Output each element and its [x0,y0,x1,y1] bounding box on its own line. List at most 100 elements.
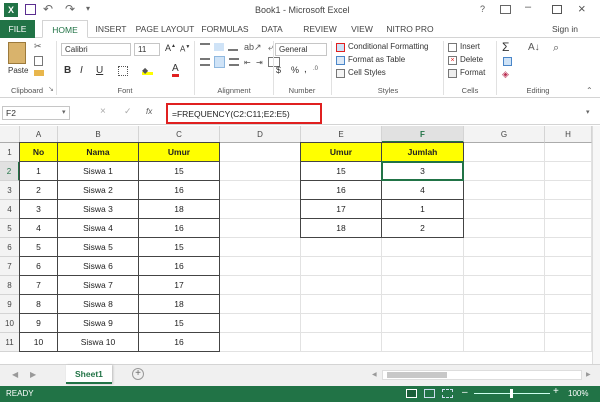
format-as-table-button[interactable]: Format as Table [348,55,405,64]
table1-cell[interactable]: 3 [19,199,58,219]
table1-cell[interactable]: 16 [138,332,220,352]
table1-cell[interactable]: 9 [19,313,58,333]
table2-cell[interactable]: 17 [300,199,382,219]
grid-cell[interactable] [220,238,301,257]
row-header[interactable]: 2 [0,162,20,181]
font-color-button[interactable]: A [172,63,179,77]
grid-cell[interactable] [220,143,301,162]
table2-header-cell[interactable]: Jumlah [381,142,464,162]
table2-cell[interactable]: 15 [300,161,382,181]
paste-icon[interactable] [8,42,26,64]
table2-header-cell[interactable]: Umur [300,142,382,162]
customize-toolbar-icon[interactable]: ▾ [86,4,90,13]
table1-cell[interactable]: 10 [19,332,58,352]
table1-cell[interactable]: 4 [19,218,58,238]
grid-cell[interactable] [464,314,545,333]
row-header[interactable]: 9 [0,295,20,314]
grid-cell[interactable] [301,238,382,257]
zoom-slider[interactable] [474,389,550,398]
grid-cell[interactable] [464,238,545,257]
cell-styles-icon[interactable] [336,69,345,78]
grid-cell[interactable] [301,257,382,276]
align-middle-icon[interactable] [214,43,224,51]
grid-cell[interactable] [301,333,382,352]
copy-icon[interactable] [34,56,43,66]
horizontal-scrollbar[interactable] [382,370,582,380]
grid-cell[interactable] [220,200,301,219]
grid-cell[interactable] [545,162,592,181]
table1-cell[interactable]: 5 [19,237,58,257]
table1-cell[interactable]: 18 [138,199,220,219]
insert-button[interactable]: Insert [460,42,480,51]
grid-cell[interactable] [220,333,301,352]
bold-button[interactable]: B [64,65,71,76]
table2-cell[interactable]: 18 [300,218,382,238]
table1-cell[interactable]: Siswa 1 [57,161,139,181]
cancel-entry-icon[interactable]: × [100,106,106,117]
formula-input[interactable]: =FREQUENCY(C2:C11;E2:E5) [166,103,322,124]
align-bottom-icon[interactable] [228,43,238,51]
sheet-tab-sheet1[interactable]: Sheet1 [66,365,112,384]
tab-file[interactable]: FILE [0,20,35,38]
expand-formula-bar-icon[interactable]: ▾ [586,108,590,116]
fill-color-icon[interactable]: ◆ [142,66,153,75]
column-header-e[interactable]: E [301,126,382,143]
next-sheet-icon[interactable]: ▶ [30,370,36,379]
grid-cell[interactable] [464,257,545,276]
decrease-indent-icon[interactable]: ⇤ [244,58,251,67]
increase-decimal-icon[interactable]: .0 [313,66,318,72]
ribbon-display-icon[interactable] [500,5,511,14]
table2-cell[interactable]: 4 [381,180,464,200]
format-cells-icon[interactable] [448,69,457,78]
table1-header-cell[interactable]: Umur [138,142,220,162]
orientation-icon[interactable]: ab↗ [244,42,262,53]
italic-button[interactable]: I [80,65,83,76]
grid-cell[interactable] [220,219,301,238]
help-icon[interactable]: ? [480,4,485,14]
minimize-icon[interactable]: – [525,1,531,13]
column-header-f[interactable]: F [382,126,464,143]
grid-cell[interactable] [464,295,545,314]
find-select-icon[interactable]: ⌕ [553,42,559,55]
table1-cell[interactable]: 2 [19,180,58,200]
table1-cell[interactable]: 16 [138,218,220,238]
zoom-in-icon[interactable]: + [553,386,559,397]
table1-cell[interactable]: Siswa 5 [57,237,139,257]
table2-cell[interactable]: 1 [381,199,464,219]
grid-cell[interactable] [464,219,545,238]
row-header[interactable]: 4 [0,200,20,219]
grid-cell[interactable] [545,219,592,238]
grid-cell[interactable] [220,314,301,333]
font-name-select[interactable]: Calibri [61,43,131,56]
column-header-a[interactable]: A [20,126,58,143]
table1-cell[interactable]: 15 [138,161,220,181]
grid-cell[interactable] [382,333,464,352]
table1-cell[interactable]: 18 [138,294,220,314]
vertical-scrollbar[interactable] [592,126,600,364]
grid-cell[interactable] [545,276,592,295]
row-header[interactable]: 8 [0,276,20,295]
table1-cell[interactable]: 15 [138,237,220,257]
grid-cell[interactable] [220,295,301,314]
grid-cell[interactable] [382,314,464,333]
horizontal-scrollbar-thumb[interactable] [387,372,447,378]
page-layout-view-icon[interactable] [424,389,435,398]
autosum-button[interactable]: Σ [502,40,509,54]
shrink-font-icon[interactable]: A▼ [180,44,190,54]
grid-cell[interactable] [220,162,301,181]
grid-cell[interactable] [545,333,592,352]
borders-icon[interactable] [118,66,128,76]
save-icon[interactable] [25,4,36,15]
column-header-h[interactable]: H [545,126,592,143]
tab-review[interactable]: REVIEW [298,20,342,38]
grid-cell[interactable] [464,181,545,200]
name-box[interactable]: F2 [2,106,70,120]
grid-cell[interactable] [464,200,545,219]
delete-button[interactable]: Delete [460,55,483,64]
row-header[interactable]: 5 [0,219,20,238]
column-header-d[interactable]: D [220,126,301,143]
grid-cell[interactable] [301,295,382,314]
align-center-icon[interactable] [214,56,225,68]
grid-cell[interactable] [545,295,592,314]
table2-cell[interactable]: 16 [300,180,382,200]
